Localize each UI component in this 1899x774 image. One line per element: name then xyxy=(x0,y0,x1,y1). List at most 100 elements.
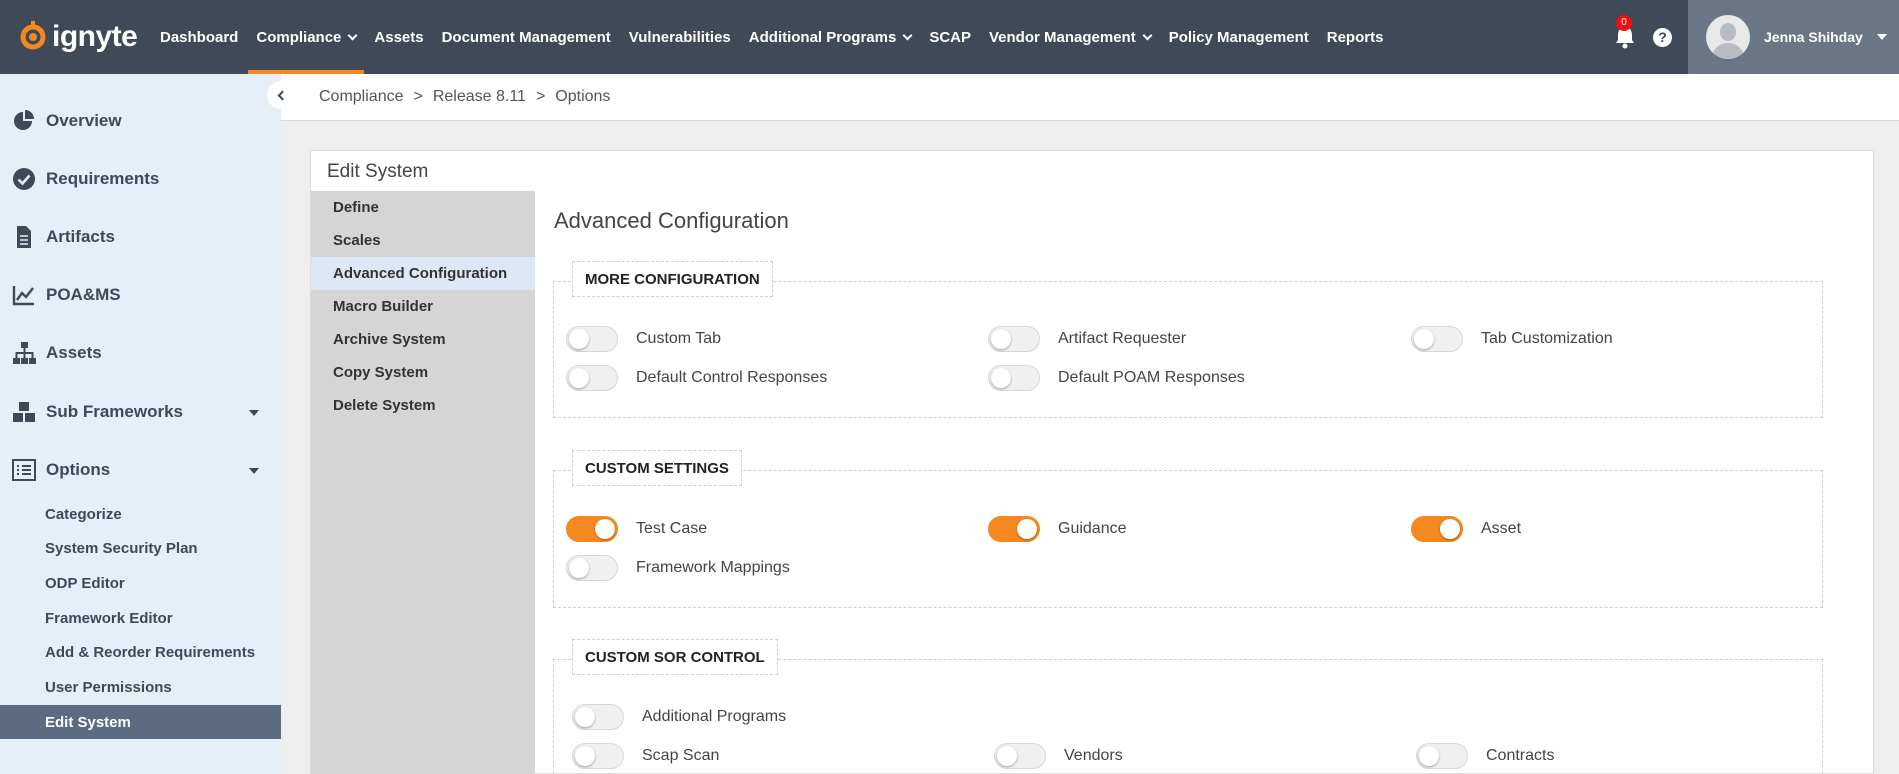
menu-item-advanced-configuration[interactable]: Advanced Configuration xyxy=(311,257,535,290)
nav-document-management[interactable]: Document Management xyxy=(442,0,611,74)
sidebar-item-sub-frameworks[interactable]: Sub Frameworks xyxy=(0,392,281,432)
toggle-switch[interactable] xyxy=(566,516,618,542)
help-icon[interactable]: ? xyxy=(1653,28,1672,47)
toggle-row-vendors: Vendors xyxy=(994,743,1123,769)
list-icon xyxy=(12,459,36,481)
user-menu[interactable]: Jenna Shihday xyxy=(1688,0,1899,74)
toggle-switch[interactable] xyxy=(988,516,1040,542)
sidebar-subitem-categorize[interactable]: Categorize xyxy=(0,497,281,531)
nav-reports[interactable]: Reports xyxy=(1327,0,1384,74)
breadcrumb-compliance[interactable]: Compliance xyxy=(319,88,403,106)
toggle-label: Tab Customization xyxy=(1481,330,1613,347)
sidebar-item-label: Artifacts xyxy=(46,227,115,246)
pie-chart-icon xyxy=(14,110,34,130)
sidebar-subitem-odp-editor[interactable]: ODP Editor xyxy=(0,566,281,600)
menu-item-scales[interactable]: Scales xyxy=(311,224,535,257)
toggle-label: Framework Mappings xyxy=(636,559,790,576)
edit-system-menu: Define Scales Advanced Configuration Mac… xyxy=(311,191,535,774)
breadcrumb-release[interactable]: Release 8.11 xyxy=(433,88,526,106)
toggle-switch[interactable] xyxy=(994,743,1046,769)
section-legend: CUSTOM SETTINGS xyxy=(572,450,742,486)
menu-item-delete-system[interactable]: Delete System xyxy=(311,389,535,422)
menu-item-define[interactable]: Define xyxy=(311,191,535,224)
section-legend: MORE CONFIGURATION xyxy=(572,261,773,297)
sidebar-subitem-add-reorder-requirements[interactable]: Add & Reorder Requirements xyxy=(0,635,281,669)
section-legend: CUSTOM SOR CONTROL xyxy=(572,639,778,675)
nav-scap[interactable]: SCAP xyxy=(929,0,971,74)
toggle-row-custom-tab: Custom Tab xyxy=(566,326,721,352)
toggle-switch[interactable] xyxy=(1411,516,1463,542)
nav-label: Vulnerabilities xyxy=(628,28,731,46)
sidebar-item-label: Assets xyxy=(46,343,102,362)
sidebar-item-label: Options xyxy=(46,460,111,479)
sidebar-item-poams[interactable]: POA&MS xyxy=(0,275,281,315)
sidebar-collapse-button[interactable] xyxy=(267,81,295,109)
panel-title: Edit System xyxy=(327,161,429,182)
nav-dashboard[interactable]: Dashboard xyxy=(160,0,238,74)
nav-compliance[interactable]: Compliance xyxy=(248,0,365,74)
menu-item-archive-system[interactable]: Archive System xyxy=(311,323,535,356)
sitemap-icon xyxy=(13,342,36,364)
toggle-label: Default Control Responses xyxy=(636,369,828,386)
sidebar-item-artifacts[interactable]: Artifacts xyxy=(0,217,281,257)
nav-label: Document Management xyxy=(441,28,611,46)
avatar xyxy=(1706,15,1750,59)
toggle-label: Vendors xyxy=(1064,747,1123,764)
top-navbar: ignyte Dashboard Compliance Assets Docum… xyxy=(0,0,1899,74)
toggle-switch[interactable] xyxy=(566,555,618,581)
toggle-label: Asset xyxy=(1481,520,1522,537)
toggle-row-additional-programs: Additional Programs xyxy=(572,704,786,730)
nav-vendor-management[interactable]: Vendor Management xyxy=(989,0,1153,74)
toggle-label: Test Case xyxy=(636,520,708,537)
nav-assets[interactable]: Assets xyxy=(374,0,423,74)
sidebar-subitem-system-security-plan[interactable]: System Security Plan xyxy=(0,531,281,565)
section-custom-sor-control: CUSTOM SOR CONTROL Additional Programs S… xyxy=(553,639,1823,774)
toggle-switch[interactable] xyxy=(572,743,624,769)
sidebar: Overview Requirements Artifacts POA&MS A… xyxy=(0,74,281,774)
nav-label: Dashboard xyxy=(160,28,239,46)
toggle-label: Scap Scan xyxy=(642,747,720,764)
toggle-row-tab-customization: Tab Customization xyxy=(1411,326,1613,352)
nav-additional-programs[interactable]: Additional Programs xyxy=(748,0,913,74)
sidebar-item-options[interactable]: Options xyxy=(0,450,281,490)
brand-name: ignyte xyxy=(52,20,138,53)
ignyte-logo-icon xyxy=(20,21,46,50)
sidebar-item-assets[interactable]: Assets xyxy=(0,333,281,373)
sidebar-subitem-framework-editor[interactable]: Framework Editor xyxy=(0,601,281,635)
menu-item-macro-builder[interactable]: Macro Builder xyxy=(311,290,535,323)
toggle-row-default-poam-responses: Default POAM Responses xyxy=(988,365,1245,391)
nav-label: SCAP xyxy=(929,28,971,46)
toggle-label: Guidance xyxy=(1058,520,1127,537)
sidebar-item-label: POA&MS xyxy=(46,285,121,304)
sidebar-item-requirements[interactable]: Requirements xyxy=(0,159,281,199)
caret-down-icon xyxy=(249,468,259,474)
toggle-row-contracts: Contracts xyxy=(1416,743,1554,769)
breadcrumb-separator: > xyxy=(413,88,423,105)
toggle-row-default-control-responses: Default Control Responses xyxy=(566,365,827,391)
toggle-switch[interactable] xyxy=(1411,326,1463,352)
toggle-switch[interactable] xyxy=(988,326,1040,352)
toggle-switch[interactable] xyxy=(1416,743,1468,769)
toggle-row-asset: Asset xyxy=(1411,516,1521,542)
breadcrumb: Compliance > Release 8.11 > Options xyxy=(281,74,1899,121)
toggle-switch[interactable] xyxy=(566,326,618,352)
nav-vulnerabilities[interactable]: Vulnerabilities xyxy=(629,0,731,74)
cubes-icon xyxy=(13,402,35,422)
sidebar-subitem-edit-system[interactable]: Edit System xyxy=(0,705,281,739)
brand-logo[interactable]: ignyte xyxy=(16,16,138,58)
nav-label: Vendor Management xyxy=(989,28,1136,46)
menu-item-copy-system[interactable]: Copy System xyxy=(311,356,535,389)
nav-label: Assets xyxy=(374,28,424,46)
toggle-switch[interactable] xyxy=(566,365,618,391)
toggle-switch[interactable] xyxy=(988,365,1040,391)
toggle-switch[interactable] xyxy=(572,704,624,730)
sidebar-subitem-user-permissions[interactable]: User Permissions xyxy=(0,670,281,704)
caret-down-icon xyxy=(249,410,259,416)
sidebar-item-overview[interactable]: Overview xyxy=(0,101,281,141)
breadcrumb-separator: > xyxy=(535,88,546,105)
document-icon xyxy=(17,226,31,248)
edit-system-panel: Edit System Define Scales Advanced Confi… xyxy=(310,150,1874,774)
nav-label: Additional Programs xyxy=(748,28,897,46)
nav-policy-management[interactable]: Policy Management xyxy=(1169,0,1309,74)
nav-label: Compliance xyxy=(256,28,342,46)
